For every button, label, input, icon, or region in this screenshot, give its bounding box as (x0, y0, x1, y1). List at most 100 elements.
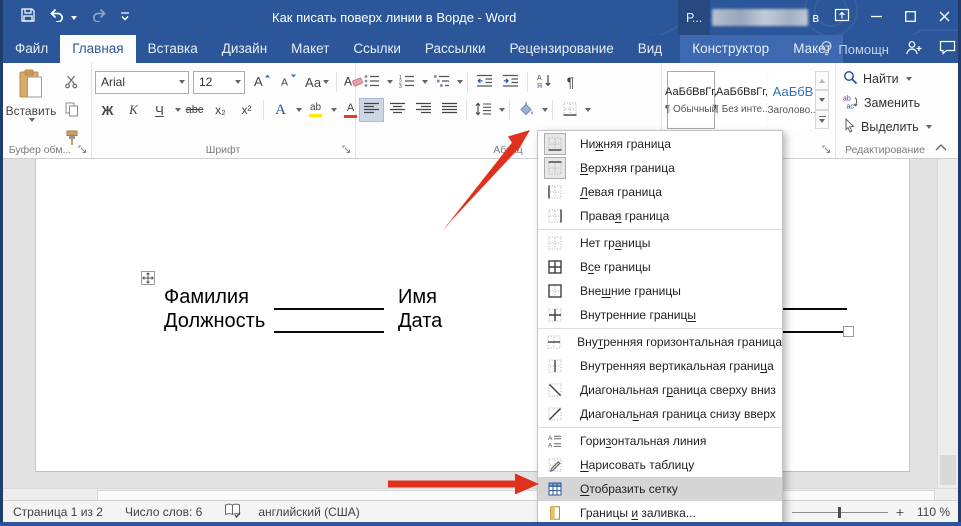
decrease-indent-button[interactable] (472, 70, 497, 94)
style-card-heading[interactable]: АаБбВ Заголово... (769, 71, 817, 129)
menu-item-border-diag-up[interactable]: Диагональная граница снизу вверх (538, 402, 782, 426)
show-marks-button[interactable]: ¶ (558, 70, 583, 94)
menu-item-border-all[interactable]: Все границы (538, 255, 782, 279)
grow-font-button[interactable]: А (250, 70, 275, 94)
align-left-button[interactable] (359, 98, 384, 122)
select-button[interactable]: Выделить (843, 115, 932, 139)
italic-button[interactable]: К (121, 98, 146, 122)
align-right-button[interactable] (411, 98, 436, 122)
styles-dialog-launcher[interactable] (821, 144, 832, 155)
underline-dropdown-caret[interactable] (175, 108, 181, 112)
strikethrough-button[interactable]: abc (182, 98, 207, 122)
clipboard-dialog-launcher[interactable] (77, 144, 88, 155)
superscript-button[interactable]: x² (234, 98, 259, 122)
replace-button[interactable]: abac Заменить (843, 91, 920, 115)
ribbon-display-options-button[interactable] (825, 0, 859, 35)
minimize-button[interactable] (859, 0, 893, 35)
maximize-button[interactable] (893, 0, 927, 35)
zoom-level[interactable]: 110 % (912, 505, 950, 519)
line-spacing-button[interactable] (471, 98, 496, 122)
zoom-slider-handle[interactable] (838, 507, 841, 518)
page-indicator[interactable]: Страница 1 из 2 (13, 505, 103, 519)
paste-button[interactable]: Вставить (9, 69, 53, 143)
shading-caret[interactable] (542, 108, 548, 112)
zoom-in-button[interactable]: + (896, 504, 904, 520)
menu-item-border-none[interactable]: Нет границы (538, 231, 782, 255)
tab-design[interactable]: Дизайн (210, 35, 279, 63)
borders-button[interactable] (557, 98, 582, 122)
change-case-button[interactable]: Аа (302, 70, 332, 94)
line-spacing-caret[interactable] (499, 108, 505, 112)
tab-file[interactable]: Файл (3, 35, 60, 63)
word-count[interactable]: Число слов: 6 (125, 505, 202, 519)
sort-button[interactable]: АЯ (532, 70, 557, 94)
multilevel-caret[interactable] (457, 80, 463, 84)
borders-dropdown-caret[interactable] (585, 108, 591, 112)
underline-button[interactable]: Ч (147, 98, 172, 122)
menu-item-view-gridlines[interactable]: Отобразить сетку (538, 477, 782, 501)
shrink-font-button[interactable]: А (276, 70, 301, 94)
vertical-scrollbar[interactable] (937, 158, 958, 488)
gallery-more-button[interactable] (815, 110, 829, 129)
text-effects-button[interactable]: А (268, 98, 293, 122)
menu-item-border-diag-down[interactable]: Диагональная граница сверху вниз (538, 378, 782, 402)
style-card-normal[interactable]: АаБбВвГг, ¶ Обычный (667, 71, 715, 129)
collapse-ribbon-button[interactable] (933, 141, 949, 153)
align-center-button[interactable] (385, 98, 410, 122)
comments-button[interactable] (939, 40, 956, 58)
menu-item-border-right[interactable]: Правая граница (538, 204, 782, 228)
bullets-caret[interactable] (387, 80, 393, 84)
tab-insert[interactable]: Вставка (136, 35, 210, 63)
undo-button[interactable] (49, 8, 77, 27)
bold-button[interactable]: Ж (95, 98, 120, 122)
menu-item-horizontal-line[interactable]: AAГоризонтальная линия (538, 429, 782, 453)
subscript-button[interactable]: x₂ (208, 98, 233, 122)
numbering-caret[interactable] (422, 80, 428, 84)
increase-indent-button[interactable] (498, 70, 523, 94)
menu-item-border-left[interactable]: Левая граница (538, 180, 782, 204)
zoom-slider[interactable] (792, 512, 888, 513)
text-effects-caret[interactable] (296, 108, 302, 112)
save-button[interactable] (20, 7, 36, 28)
highlight-button[interactable]: ab (303, 98, 328, 122)
style-card-no-spacing[interactable]: АаБбВвГг, ¶ Без инте... (718, 71, 766, 129)
language-indicator[interactable]: английский (США) (258, 505, 359, 519)
gallery-up-button[interactable] (815, 71, 829, 90)
tab-table-design[interactable]: Конструктор (680, 35, 781, 63)
tab-references[interactable]: Ссылки (341, 35, 413, 63)
numbering-button[interactable]: 123 (394, 70, 419, 94)
tab-mailings[interactable]: Рассылки (413, 35, 498, 63)
menu-item-border-inside-v[interactable]: Внутренняя вертикальная граница (538, 354, 782, 378)
font-size-combo[interactable]: 12 (193, 71, 245, 94)
menu-item-border-outside[interactable]: Внешние границы (538, 279, 782, 303)
table-move-handle[interactable] (141, 271, 155, 290)
menu-item-border-top[interactable]: Верхняя граница (538, 156, 782, 180)
highlight-caret[interactable] (331, 108, 337, 112)
tab-home[interactable]: Главная (60, 35, 135, 63)
tab-view[interactable]: Вид (626, 35, 674, 63)
undo-dropdown-caret[interactable] (71, 16, 77, 20)
menu-item-draw-table[interactable]: Нарисовать таблицу (538, 453, 782, 477)
find-button[interactable]: Найти (843, 67, 912, 91)
font-name-combo[interactable]: Arial (95, 71, 189, 94)
cut-button[interactable] (59, 71, 84, 95)
multilevel-list-button[interactable] (429, 70, 454, 94)
tab-layout[interactable]: Макет (279, 35, 341, 63)
paste-dropdown-caret[interactable] (29, 118, 35, 122)
menu-item-border-inside-h[interactable]: Внутренняя горизонтальная граница (538, 330, 782, 354)
vertical-scrollbar-thumb[interactable] (940, 455, 956, 485)
shading-button[interactable] (514, 98, 539, 122)
tab-review[interactable]: Рецензирование (498, 35, 626, 63)
menu-item-border-inside[interactable]: Внутренние границы (538, 303, 782, 327)
close-button[interactable] (927, 0, 961, 35)
justify-button[interactable] (437, 98, 462, 122)
bullets-button[interactable] (359, 70, 384, 94)
copy-button[interactable] (59, 99, 84, 123)
customize-qat-button[interactable] (120, 9, 130, 27)
table-resize-handle[interactable] (843, 326, 854, 337)
redo-button[interactable] (90, 8, 107, 27)
proofing-button[interactable] (224, 503, 242, 521)
share-button[interactable] (905, 40, 923, 58)
tell-me-button[interactable]: Помощн (820, 40, 889, 59)
gallery-down-button[interactable] (815, 90, 829, 109)
